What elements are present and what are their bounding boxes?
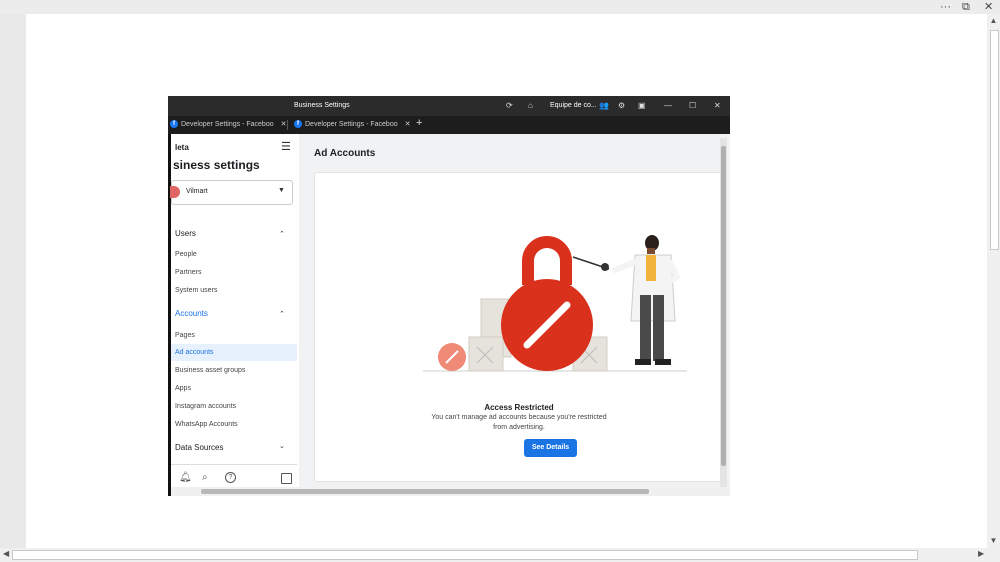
restricted-title: Access Restricted <box>484 403 554 412</box>
tab-divider <box>287 120 288 130</box>
panel-toggle-icon[interactable] <box>281 473 292 484</box>
restore-window-button[interactable]: ⧉ <box>962 1 970 13</box>
chevron-down-icon: ▼ <box>278 187 285 194</box>
facebook-favicon-icon: f <box>170 120 178 128</box>
tab-title: Developer Settings - Faceboo <box>181 120 274 128</box>
access-restricted-card: Access Restricted You can't manage ad ac… <box>314 172 724 482</box>
window-title: Business Settings <box>294 102 350 109</box>
browser-tab[interactable]: f Developer Settings - Faceboo ✕ <box>294 120 410 128</box>
main-content: Ad Accounts Access Restricted You can't … <box>299 134 730 496</box>
meta-logo: leta <box>175 143 189 152</box>
scroll-up-arrow-icon[interactable]: ▲ <box>987 16 1000 25</box>
account-avatar <box>170 186 180 198</box>
account-name: Vilmart <box>186 188 208 195</box>
browser-tab[interactable]: f Developer Settings - Faceboo ✕ <box>170 120 286 128</box>
scroll-left-arrow-icon[interactable]: ◀ <box>3 549 9 558</box>
people-icon[interactable]: 👥 <box>599 101 609 110</box>
sidebar-item-partners[interactable]: Partners <box>175 269 201 276</box>
reload-icon[interactable]: ⟳ <box>506 101 513 110</box>
sidebar-item-whatsapp-accounts[interactable]: WhatsApp Accounts <box>175 421 238 428</box>
sidebar-item-people[interactable]: People <box>175 251 197 258</box>
sidebar-item-apps[interactable]: Apps <box>175 385 191 392</box>
chevron-up-icon[interactable]: ⌃ <box>279 310 285 318</box>
scroll-down-arrow-icon[interactable]: ▼ <box>987 536 1000 545</box>
sidebar-item-instagram-accounts[interactable]: Instagram accounts <box>175 403 236 410</box>
tab-strip: f Developer Settings - Faceboo ✕ f Devel… <box>168 116 730 134</box>
see-details-button[interactable]: See Details <box>524 439 577 457</box>
more-options-button[interactable]: ··· <box>940 1 951 13</box>
sidebar-divider <box>171 464 297 465</box>
minimize-button[interactable]: — <box>664 101 672 110</box>
sidebar-item-pages[interactable]: Pages <box>175 332 195 339</box>
inner-vertical-scroll-thumb[interactable] <box>721 146 726 466</box>
restricted-lock-illustration <box>423 235 687 372</box>
horizontal-scrollbar[interactable]: ◀ ▶ <box>0 548 1000 562</box>
business-settings-sidebar: leta ☰ siness settings Vilmart ▼ Users ⌃… <box>170 134 299 496</box>
embedded-browser-screenshot: Business Settings ⟳ ⌂ Equipe de co... 👥 … <box>168 96 730 496</box>
search-icon[interactable]: ⌕ <box>202 472 208 483</box>
business-account-selector[interactable]: Vilmart ▼ <box>170 180 293 205</box>
notifications-bell-icon[interactable]: 🔔︎ <box>179 472 192 483</box>
profile-name[interactable]: Equipe de co... <box>550 102 597 109</box>
browser-titlebar: Business Settings ⟳ ⌂ Equipe de co... 👥 … <box>168 96 730 116</box>
facebook-favicon-icon: f <box>294 120 302 128</box>
inner-horizontal-scroll-thumb[interactable] <box>201 489 649 494</box>
sidebar-section-users[interactable]: Users <box>175 229 196 238</box>
inner-horizontal-scrollbar[interactable] <box>171 487 730 496</box>
downloads-icon[interactable]: ▣ <box>638 101 646 110</box>
home-icon[interactable]: ⌂ <box>528 101 533 110</box>
hamburger-menu-icon[interactable]: ☰ <box>281 140 291 153</box>
page-title: Ad Accounts <box>314 148 376 159</box>
horizontal-scroll-thumb[interactable] <box>12 550 918 560</box>
sidebar-item-ad-accounts[interactable]: Ad accounts <box>175 349 214 356</box>
settings-gear-icon[interactable]: ⚙ <box>618 101 625 110</box>
chevron-up-icon[interactable]: ⌃ <box>279 230 285 238</box>
sidebar-section-accounts[interactable]: Accounts <box>175 309 208 318</box>
restricted-message-line2: from advertising. <box>493 424 545 431</box>
vertical-scrollbar[interactable]: ▲ ▼ <box>987 14 1000 548</box>
sidebar-item-system-users[interactable]: System users <box>175 287 217 294</box>
viewer-toolbar: ··· ⧉ ✕ <box>0 0 1000 14</box>
restricted-message-line1: You can't manage ad accounts because you… <box>431 414 607 421</box>
sidebar-title: siness settings <box>173 158 260 172</box>
help-icon[interactable]: ? <box>225 472 236 483</box>
close-viewer-button[interactable]: ✕ <box>984 1 993 13</box>
maximize-button[interactable]: ☐ <box>689 101 696 110</box>
tab-close-icon[interactable]: ✕ <box>405 120 411 128</box>
sidebar-section-data-sources[interactable]: Data Sources <box>175 443 223 452</box>
chevron-down-icon[interactable]: ⌄ <box>279 442 285 450</box>
tab-close-icon[interactable]: ✕ <box>281 120 287 128</box>
tab-title: Developer Settings - Faceboo <box>305 120 398 128</box>
vertical-scroll-thumb[interactable] <box>990 30 999 250</box>
sidebar-item-business-asset-groups[interactable]: Business asset groups <box>175 367 245 374</box>
scroll-right-arrow-icon[interactable]: ▶ <box>978 549 984 558</box>
inner-vertical-scrollbar[interactable] <box>720 138 727 492</box>
close-window-button[interactable]: ✕ <box>714 101 721 110</box>
new-tab-button[interactable]: + <box>416 117 422 129</box>
